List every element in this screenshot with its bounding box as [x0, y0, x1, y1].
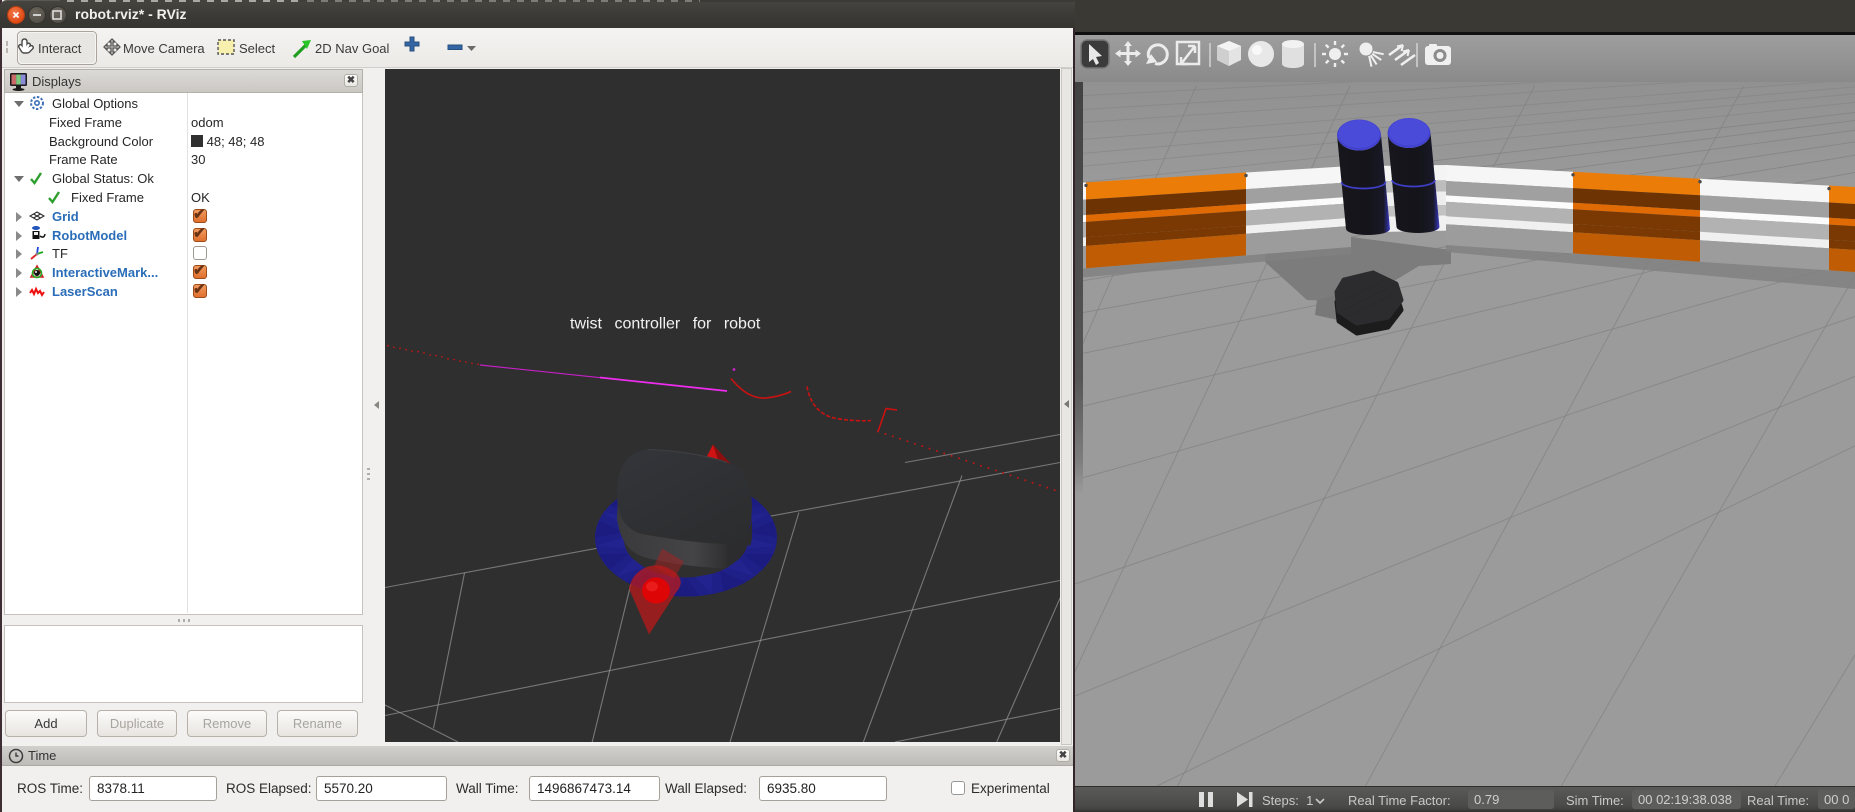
svg-text:twist controller for robot: twist controller for robot — [570, 315, 761, 332]
svg-text:2D Nav Goal: 2D Nav Goal — [315, 41, 390, 56]
svg-text:Interact: Interact — [38, 41, 82, 56]
svg-text:Select: Select — [239, 41, 276, 56]
svg-text:Move Camera: Move Camera — [123, 41, 205, 56]
